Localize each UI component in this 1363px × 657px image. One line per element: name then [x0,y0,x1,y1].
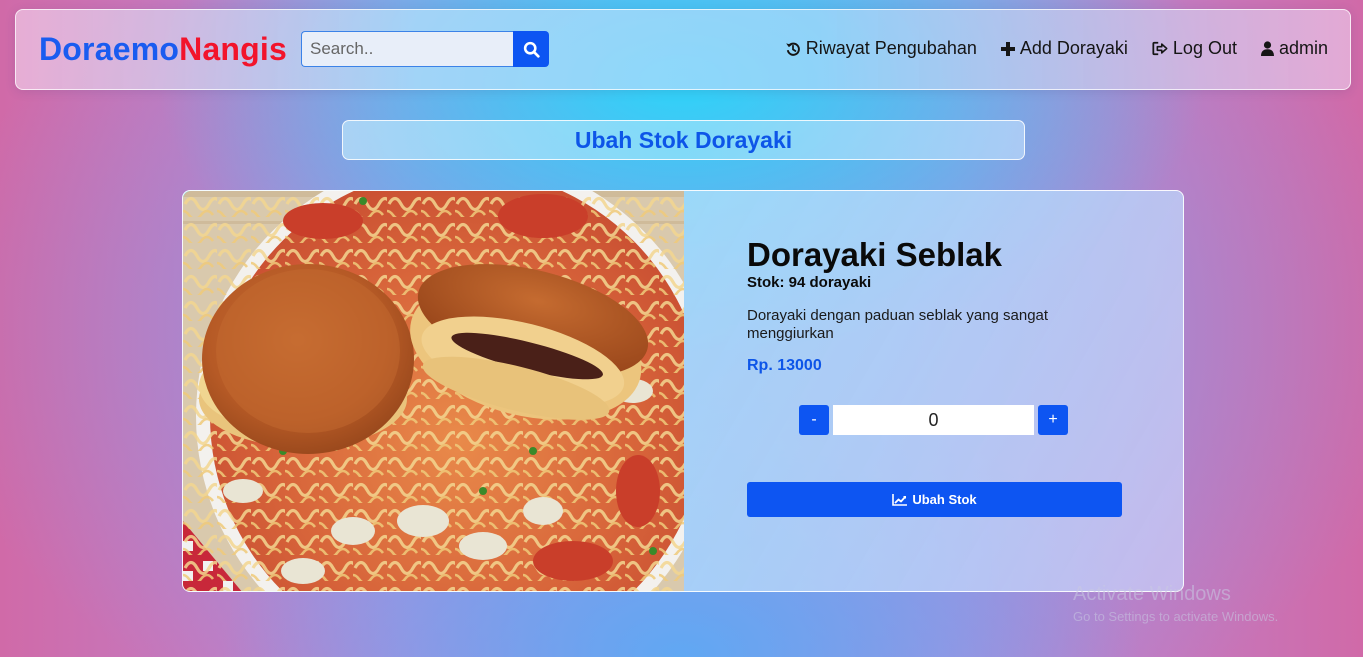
product-image-drawing [183,191,684,591]
search-input[interactable] [301,31,513,67]
brand-logo[interactable]: Doraemo Nangis [39,31,287,68]
page-title: Ubah Stok Dorayaki [574,126,793,153]
navbar: DoraemoNangis Riwayat Pengubahan Add Do [15,9,1351,90]
watermark-subtitle: Go to Settings to activate Windows. [1073,609,1279,624]
page-title-box: Ubah Stok Dorayaki [342,120,1025,160]
quantity-input[interactable] [833,405,1034,435]
history-icon [785,42,800,56]
user-icon [1260,41,1274,56]
product-card: Dorayaki Seblak Stok: 94 dorayaki Doraya… [182,190,1184,592]
quantity-stepper: - + [799,405,1068,435]
nav-link-add-dorayaki[interactable]: Add Dorayaki [1000,38,1128,59]
watermark-title: Activate Windows [1073,583,1231,605]
ubah-stok-button[interactable]: Ubah Stok [747,482,1122,517]
nav-link-user-label: admin [1278,38,1328,58]
product-price: Rp. 13000 [747,357,822,374]
line-chart-icon [892,493,908,506]
search-button[interactable] [513,31,549,67]
product-stock: Stok: 94 dorayaki [747,274,872,291]
search-icon [523,41,540,58]
product-name: Dorayaki Seblak [747,236,1002,273]
nav-link-logout[interactable]: Log Out [1152,38,1237,59]
plus-icon [1000,41,1015,56]
decrement-button[interactable]: - [799,405,829,435]
brand-text-red: Nangis [179,31,287,67]
nav-link-history-label: Riwayat Pengubahan [805,38,977,58]
dorayaki-seblak-photo [183,191,684,591]
nav-links: Riwayat Pengubahan Add Dorayaki Log Out … [785,38,1328,59]
windows-activation-watermark: Activate Windows Go to Settings to activ… [1073,583,1278,624]
product-description: Dorayaki dengan paduan seblak yang sanga… [747,307,1049,342]
nav-link-add-dorayaki-label: Add Dorayaki [1019,38,1128,58]
search-form [301,31,549,67]
brand-text-blue: Doraemo [39,31,180,67]
sign-out-icon [1152,41,1168,56]
nav-link-logout-label: Log Out [1172,38,1237,58]
increment-button[interactable]: + [1038,405,1068,435]
nav-link-user[interactable]: admin [1260,38,1328,59]
ubah-stok-label: Ubah Stok [912,492,977,507]
nav-link-history[interactable]: Riwayat Pengubahan [785,38,977,59]
